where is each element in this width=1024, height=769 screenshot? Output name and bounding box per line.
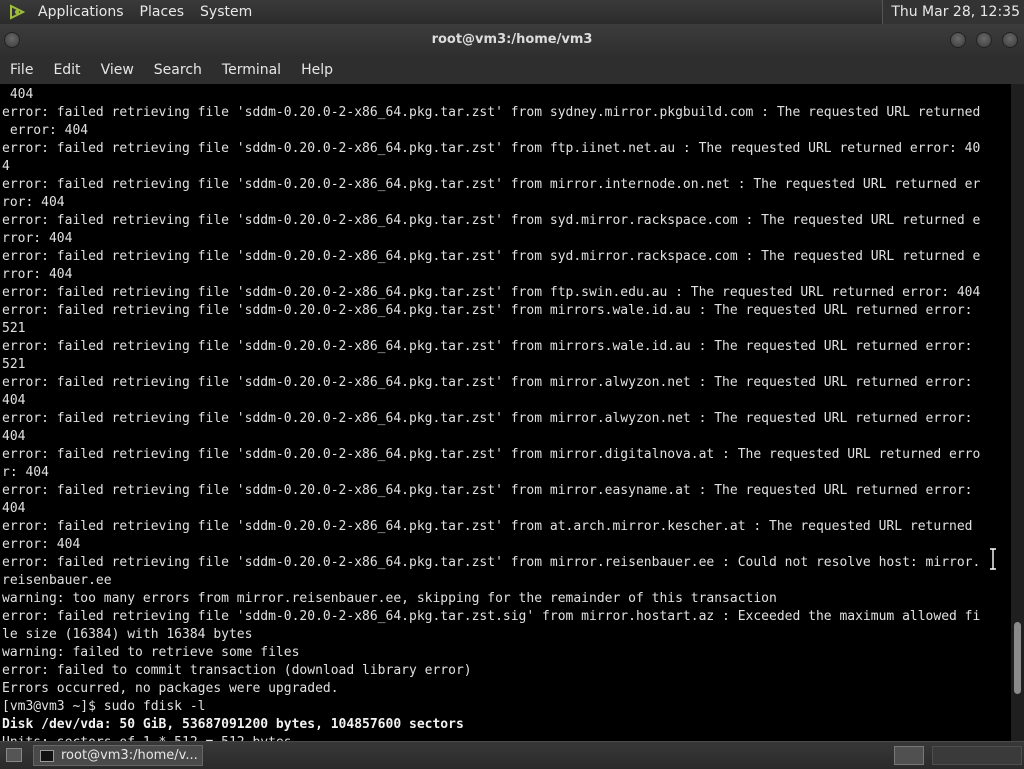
terminal-line: error: failed retrieving file 'sddm-0.20…	[2, 555, 981, 570]
terminal-line: reisenbauer.ee	[2, 573, 112, 588]
terminal-line: error: failed retrieving file 'sddm-0.20…	[2, 411, 973, 426]
menu-help[interactable]: Help	[291, 56, 343, 84]
terminal-line: rror: 404	[2, 231, 73, 246]
system-menu[interactable]: System	[192, 0, 260, 24]
terminal-line: error: failed retrieving file 'sddm-0.20…	[2, 375, 973, 390]
terminal-line: 404	[2, 87, 34, 102]
terminal-line: error: failed retrieving file 'sddm-0.20…	[2, 339, 973, 354]
terminal-lines: 404 error: failed retrieving file 'sddm-0…	[2, 86, 980, 741]
terminal-line: error: failed retrieving file 'sddm-0.20…	[2, 141, 981, 156]
terminal-line: error: failed retrieving file 'sddm-0.20…	[2, 303, 973, 318]
terminal-output[interactable]: 404 error: failed retrieving file 'sddm-0…	[0, 84, 1011, 741]
terminal-line: Units: sectors of 1 * 512 = 512 bytes	[2, 734, 980, 741]
taskbar-window-button[interactable]: root@vm3:/home/v...	[33, 745, 203, 766]
terminal-line: error: 404	[2, 123, 89, 138]
scrollbar-thumb[interactable]	[1014, 622, 1021, 694]
terminal-line: Errors occurred, no packages were upgrad…	[2, 681, 339, 696]
terminal-line: error: failed retrieving file 'sddm-0.20…	[2, 609, 981, 624]
clock[interactable]: Thu Mar 28, 12:35	[882, 0, 1024, 24]
terminal-line: error: failed retrieving file 'sddm-0.20…	[2, 483, 973, 498]
terminal-line: r: 404	[2, 465, 49, 480]
terminal-line: 404	[2, 501, 26, 516]
terminal-line: 521	[2, 357, 26, 372]
terminal-line: error: failed retrieving file 'sddm-0.20…	[2, 213, 981, 228]
terminal-line: 404	[2, 429, 26, 444]
bottom-taskbar: root@vm3:/home/v...	[0, 741, 1024, 769]
terminal-line: 521	[2, 321, 26, 336]
gnome-foot-icon[interactable]	[8, 3, 26, 21]
window-title: root@vm3:/home/vm3	[431, 32, 593, 47]
terminal-line: error: failed retrieving file 'sddm-0.20…	[2, 177, 981, 192]
terminal-line: error: failed retrieving file 'sddm-0.20…	[2, 519, 973, 534]
window-titlebar[interactable]: root@vm3:/home/vm3	[0, 24, 1024, 56]
menu-view[interactable]: View	[91, 56, 144, 84]
menu-terminal[interactable]: Terminal	[212, 56, 291, 84]
terminal-line: error: failed retrieving file 'sddm-0.20…	[2, 285, 981, 300]
terminal-line: ror: 404	[2, 195, 65, 210]
terminal-line: error: failed retrieving file 'sddm-0.20…	[2, 105, 981, 120]
terminal-line: warning: failed to retrieve some files	[2, 645, 300, 660]
menu-file[interactable]: File	[0, 56, 43, 84]
text-cursor-icon	[990, 548, 996, 570]
menu-search[interactable]: Search	[144, 56, 212, 84]
top-panel: Applications Places System Thu Mar 28, 1…	[0, 0, 1024, 24]
terminal-line: error: 404	[2, 537, 81, 552]
terminal-menubar: File Edit View Search Terminal Help	[0, 56, 1024, 85]
terminal-line: le size (16384) with 16384 bytes	[2, 627, 253, 642]
terminal-line: 4	[2, 159, 10, 174]
close-button[interactable]	[1002, 32, 1018, 48]
applications-menu[interactable]: Applications	[30, 0, 132, 24]
minimize-button[interactable]	[950, 32, 966, 48]
terminal-line: Disk /dev/vda: 50 GiB, 53687091200 bytes…	[2, 717, 464, 732]
terminal-icon	[40, 749, 54, 762]
terminal-line: [vm3@vm3 ~]$ sudo fdisk -l	[2, 699, 206, 714]
terminal-line: error: failed retrieving file 'sddm-0.20…	[2, 447, 981, 462]
terminal-line: warning: too many errors from mirror.rei…	[2, 591, 777, 606]
terminal-line: error: failed retrieving file 'sddm-0.20…	[2, 249, 981, 264]
show-desktop-icon[interactable]	[6, 748, 22, 762]
places-menu[interactable]: Places	[132, 0, 193, 24]
workspace-switcher-area[interactable]	[932, 746, 1022, 765]
terminal-line: error: failed to commit transaction (dow…	[2, 663, 472, 678]
menu-edit[interactable]: Edit	[43, 56, 90, 84]
maximize-button[interactable]	[976, 32, 992, 48]
workspace-switcher-icon[interactable]	[894, 746, 924, 765]
terminal-line: 404	[2, 393, 26, 408]
vertical-scrollbar[interactable]	[1011, 84, 1024, 741]
terminal-line: rror: 404	[2, 267, 73, 282]
taskbar-window-label: root@vm3:/home/v...	[61, 748, 198, 763]
